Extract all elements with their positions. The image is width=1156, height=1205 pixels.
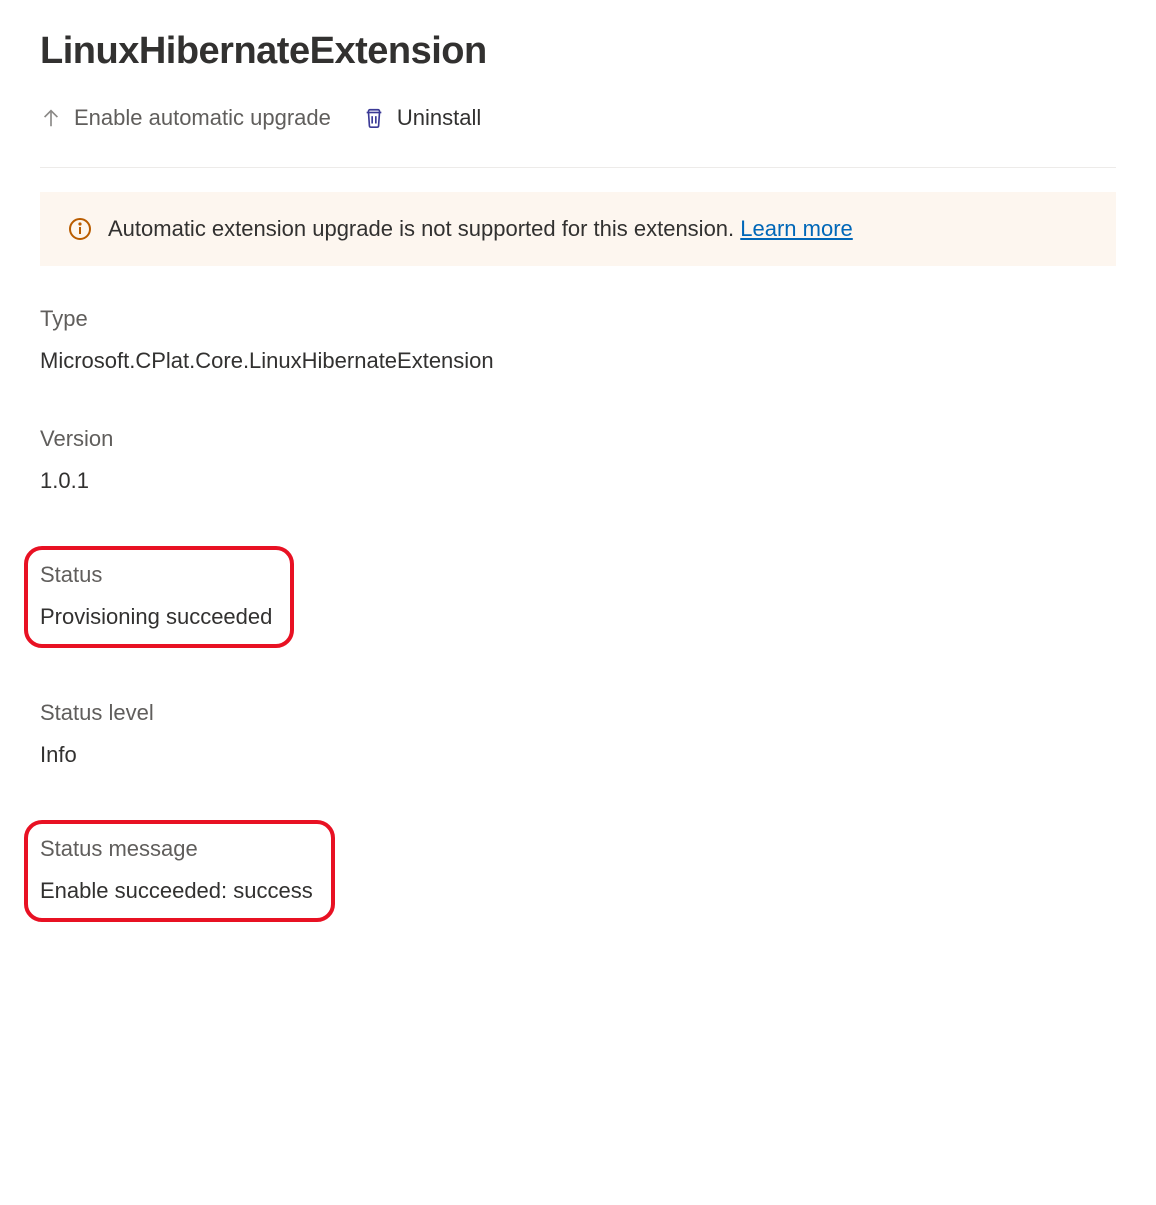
field-status-message-label: Status message [40,836,313,862]
highlight-status-message: Status message Enable succeeded: success [24,820,335,922]
field-type-value: Microsoft.CPlat.Core.LinuxHibernateExten… [40,348,1116,374]
arrow-up-icon [40,107,62,129]
field-status-value: Provisioning succeeded [40,604,272,630]
enable-auto-upgrade-button[interactable]: Enable automatic upgrade [40,101,331,135]
field-version-label: Version [40,426,1116,452]
field-status-level-value: Info [40,742,1116,768]
field-version: Version 1.0.1 [40,426,1116,494]
info-banner-text: Automatic extension upgrade is not suppo… [108,216,853,242]
info-banner: Automatic extension upgrade is not suppo… [40,192,1116,266]
field-status-label: Status [40,562,272,588]
field-status: Status Provisioning succeeded [40,562,272,630]
field-status-level-label: Status level [40,700,1116,726]
field-status-level: Status level Info [40,700,1116,768]
highlight-status: Status Provisioning succeeded [24,546,294,648]
learn-more-link[interactable]: Learn more [740,216,853,241]
uninstall-label: Uninstall [397,105,481,131]
uninstall-button[interactable]: Uninstall [363,101,481,135]
info-banner-message: Automatic extension upgrade is not suppo… [108,216,740,241]
field-type-label: Type [40,306,1116,332]
field-status-message: Status message Enable succeeded: success [40,836,313,904]
page-title: LinuxHibernateExtension [40,30,1116,73]
field-type: Type Microsoft.CPlat.Core.LinuxHibernate… [40,306,1116,374]
trash-icon [363,107,385,129]
info-icon [68,217,92,241]
enable-auto-upgrade-label: Enable automatic upgrade [74,105,331,131]
toolbar: Enable automatic upgrade Uninstall [40,101,1116,168]
field-status-message-value: Enable succeeded: success [40,878,313,904]
field-version-value: 1.0.1 [40,468,1116,494]
